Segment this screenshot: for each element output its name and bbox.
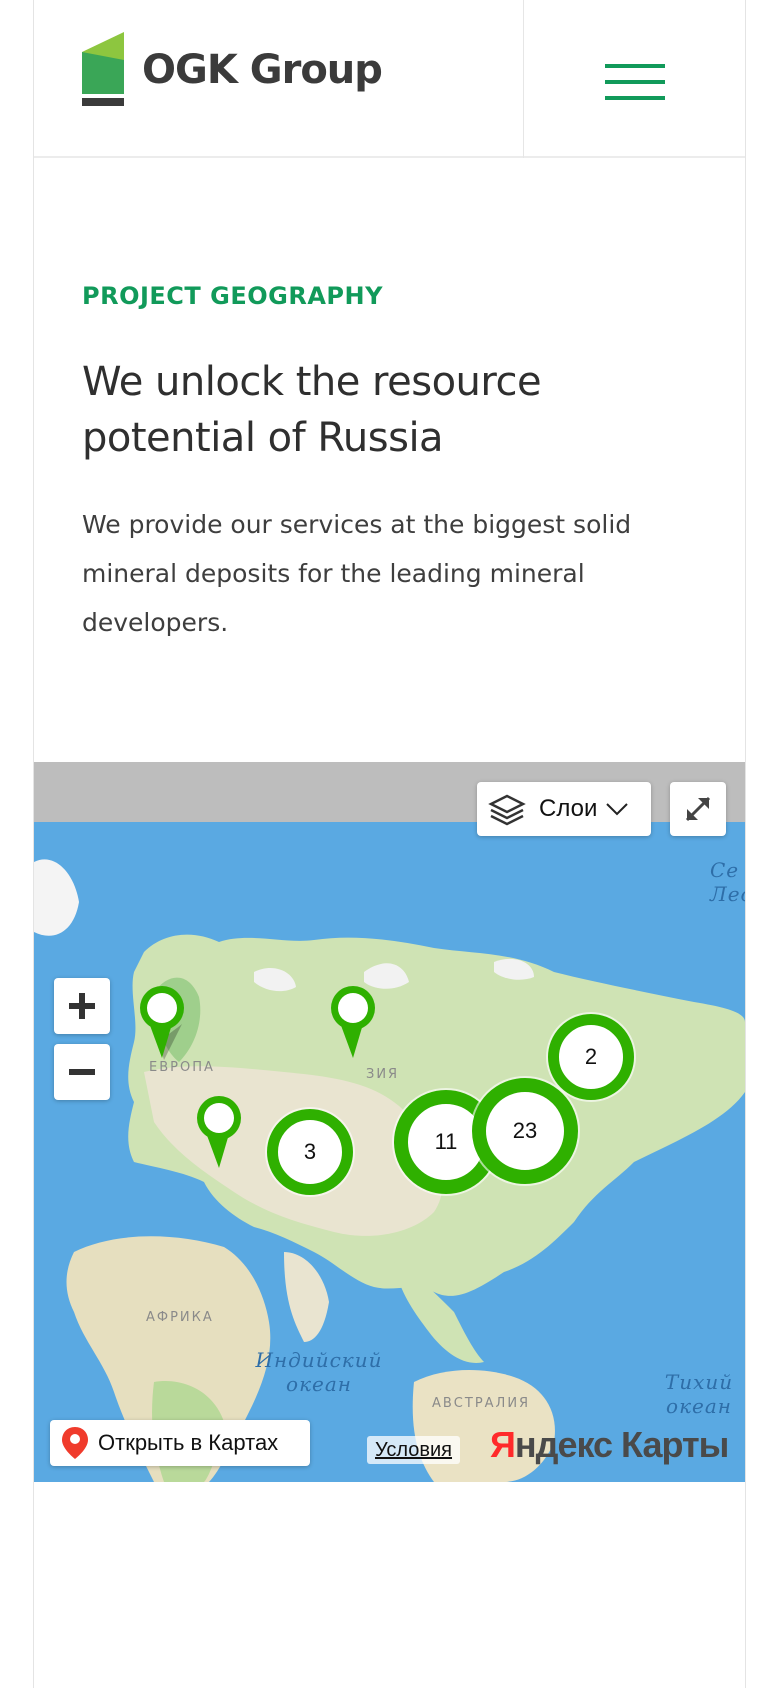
layers-button-label: Слои <box>539 795 598 822</box>
logo-text: OGK Group <box>142 47 383 93</box>
expand-icon <box>685 796 711 822</box>
map-label-australia: АВСТРАЛИЯ <box>432 1396 531 1411</box>
section-lead: We provide our services at the biggest s… <box>82 510 632 637</box>
open-in-maps-button[interactable]: Открыть в Картах <box>50 1420 310 1466</box>
minus-icon <box>69 1069 95 1075</box>
chevron-down-icon <box>606 803 629 816</box>
project-map[interactable]: ЕВРОПА ЗИЯ АФРИКА АВСТРАЛИЯ Индийский ок… <box>34 762 745 1482</box>
site-header: OGK Group <box>34 0 745 158</box>
map-label-europe: ЕВРОПА <box>149 1060 215 1075</box>
map-label-indian-ocean-line2: океан <box>286 1372 352 1396</box>
map-label-pacific-ocean: Тихий океан <box>659 1370 739 1418</box>
map-label-pacific-ocean-line2: океан <box>666 1394 732 1418</box>
fullscreen-button[interactable] <box>670 782 726 836</box>
zoom-out-button[interactable] <box>54 1044 110 1100</box>
map-label-pacific-ocean-line1: Тихий <box>664 1370 734 1394</box>
map-pin-marker[interactable] <box>138 984 190 1062</box>
section-title: We unlock the resource potential of Russ… <box>82 359 542 461</box>
map-label-indian-ocean-line1: Индийский <box>255 1348 383 1372</box>
yandex-maps-logo[interactable]: Яндекс Карты <box>490 1422 730 1468</box>
layers-button[interactable]: Слои <box>477 782 651 836</box>
zoom-in-button[interactable] <box>54 978 110 1034</box>
yandex-maps-logo-rest: ндекс Карты <box>514 1424 730 1465</box>
header-divider <box>523 0 524 158</box>
map-label-indian-ocean: Индийский океан <box>244 1348 394 1396</box>
page-container: OGK Group PROJECT GEOGRAPHY We unlock th… <box>33 0 746 1688</box>
map-cluster[interactable]: 3 <box>267 1109 353 1195</box>
terms-link[interactable]: Условия <box>367 1436 461 1464</box>
plus-icon <box>69 993 95 1019</box>
map-cluster[interactable]: 2 <box>548 1014 634 1100</box>
open-in-maps-label: Открыть в Картах <box>98 1430 279 1455</box>
map-cluster[interactable]: 23 <box>472 1078 578 1184</box>
map-label-africa: АФРИКА <box>146 1310 214 1325</box>
logo-mark-icon <box>82 32 124 106</box>
map-label-asia: ЗИЯ <box>366 1067 400 1082</box>
map-label-arctic-ocean-line1: Се <box>710 858 740 882</box>
map-pin-marker[interactable] <box>195 1094 247 1172</box>
map-label-arctic-ocean-line2: Лед <box>710 882 745 906</box>
location-pin-icon <box>62 1427 88 1459</box>
map-pin-marker[interactable] <box>329 984 381 1062</box>
section-eyebrow: PROJECT GEOGRAPHY <box>82 282 383 310</box>
logo[interactable]: OGK Group <box>82 30 383 110</box>
layers-icon <box>488 794 526 826</box>
yandex-maps-logo-first: Я <box>490 1424 516 1465</box>
hamburger-menu-icon[interactable] <box>605 64 667 104</box>
map-label-arctic-ocean: Се Лед <box>710 858 745 906</box>
